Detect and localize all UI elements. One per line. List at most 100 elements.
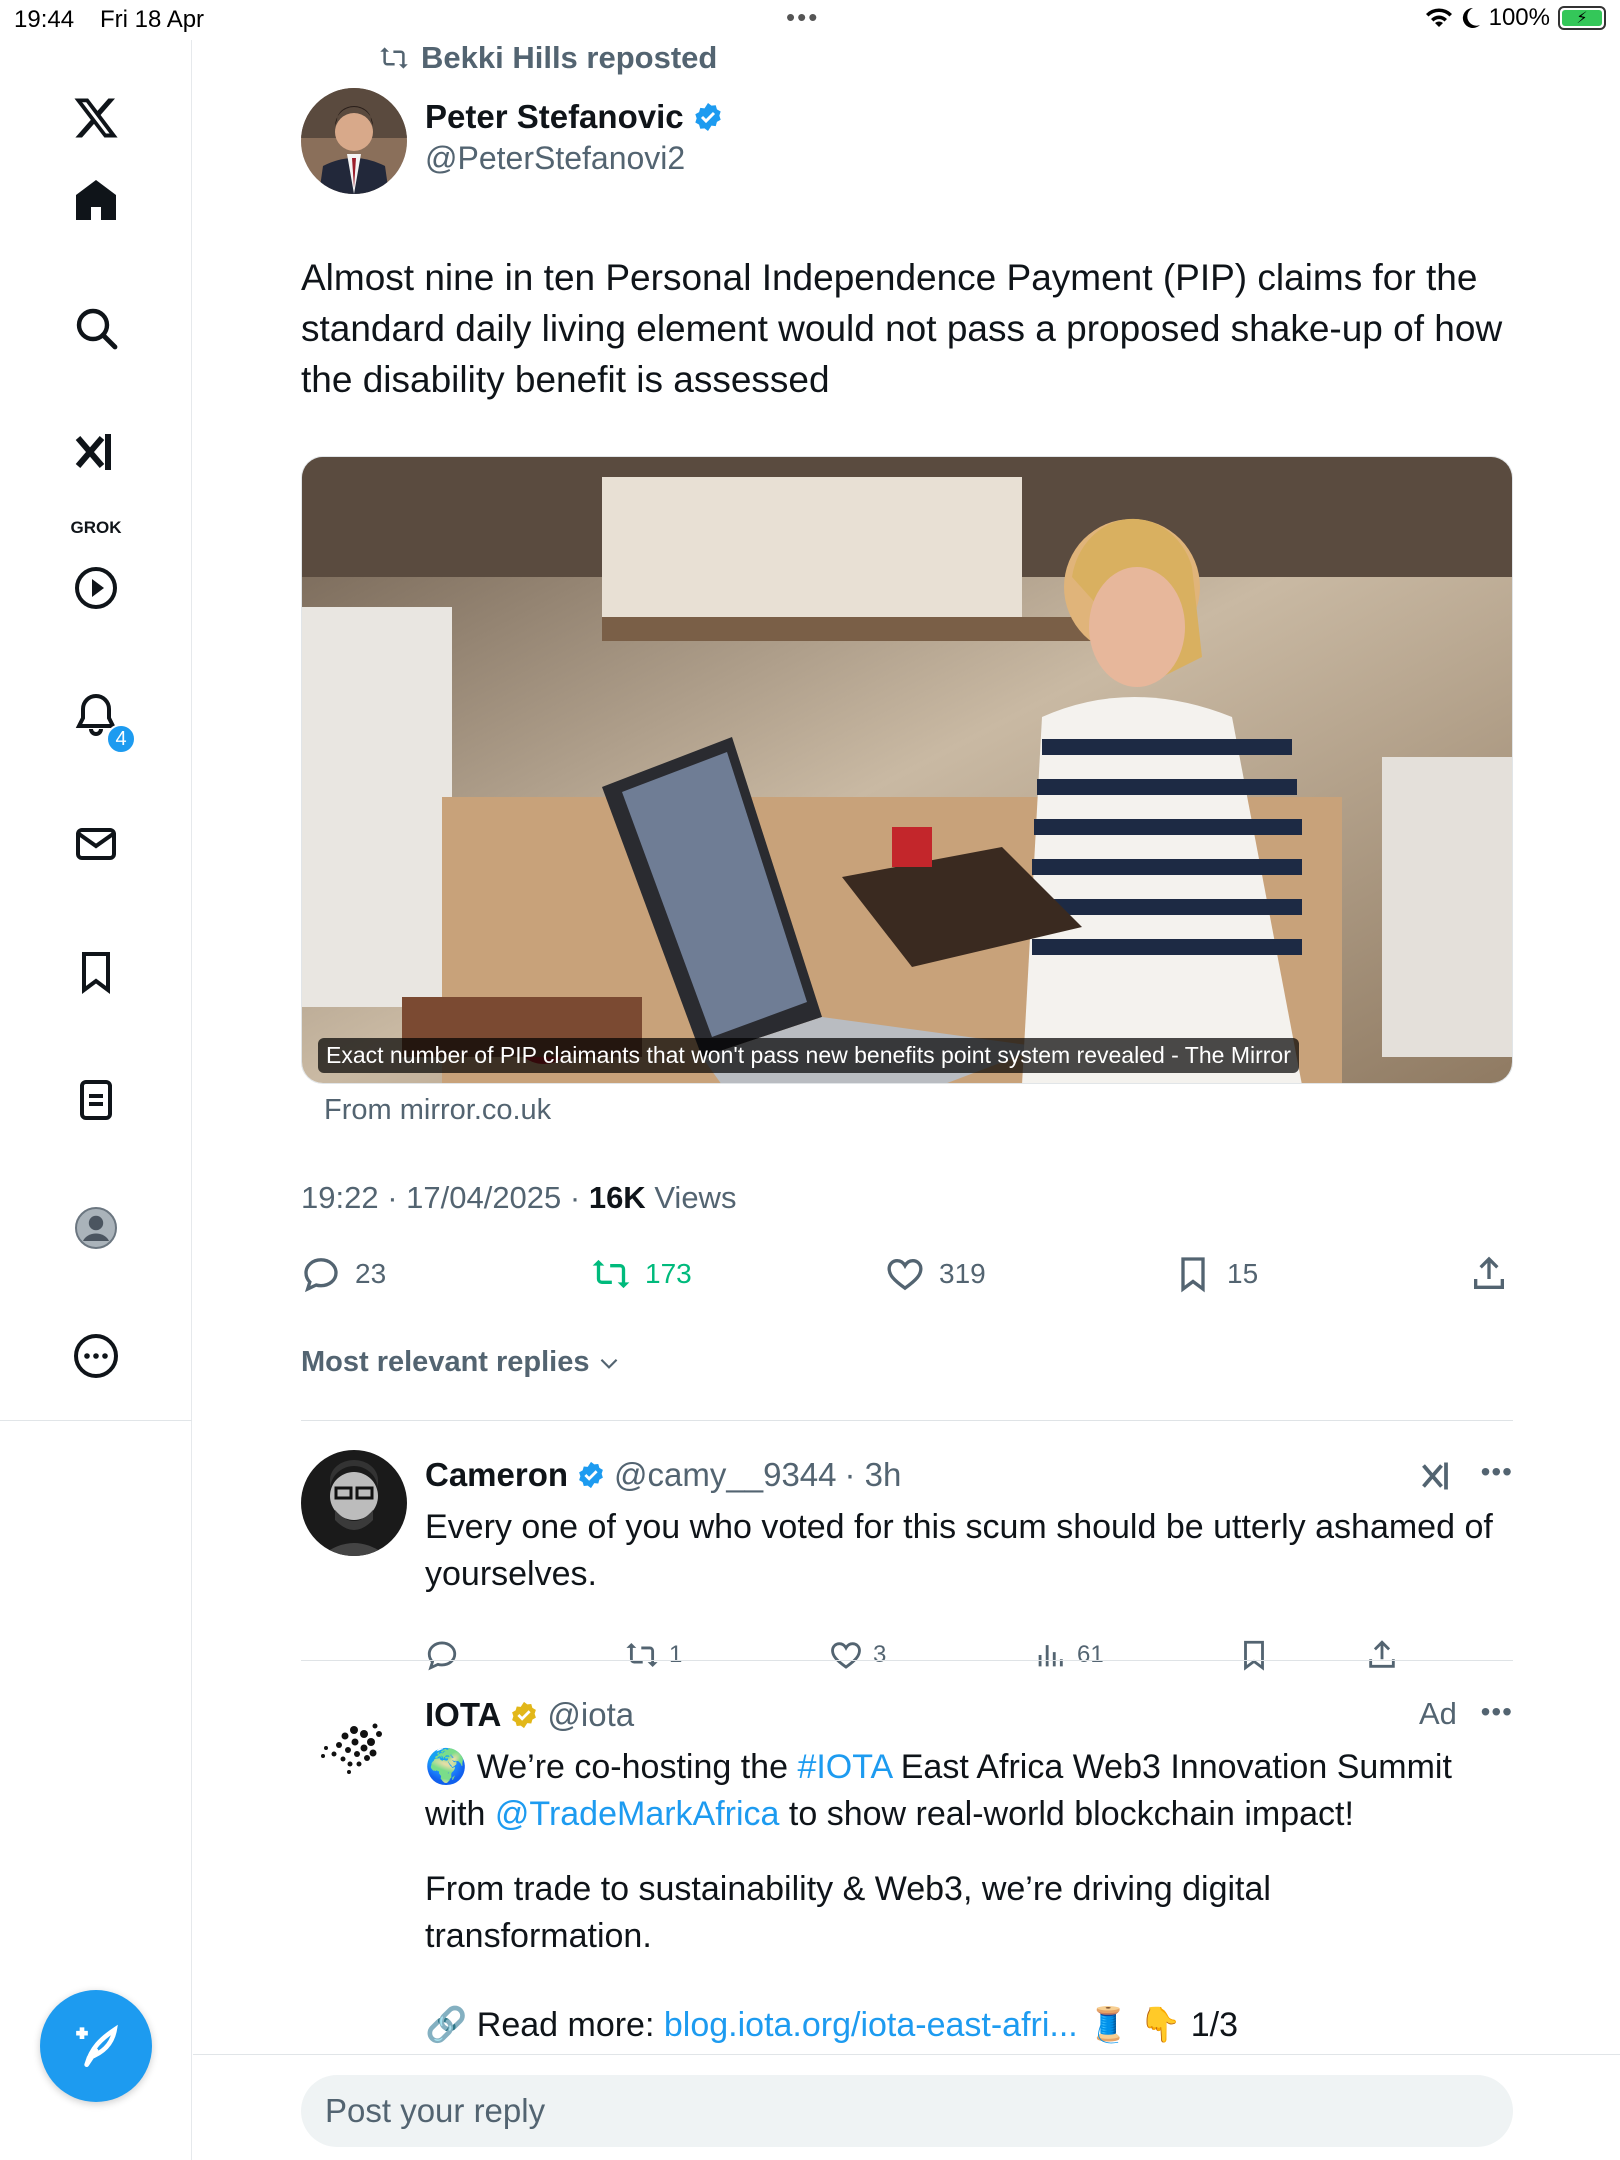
more-options-icon[interactable]: ••• <box>1481 1456 1513 1488</box>
heart-icon <box>887 1258 923 1291</box>
article-photo <box>302 457 1512 1083</box>
compose-icon <box>76 2024 118 2067</box>
views-chart-icon <box>1038 1645 1063 1667</box>
messages-icon[interactable] <box>62 810 130 878</box>
moon-icon <box>1462 7 1480 28</box>
sidebar-divider <box>0 1420 192 1421</box>
views-count: 16K <box>588 1180 646 1215</box>
author-avatar[interactable] <box>301 88 407 194</box>
bookmark-count: 15 <box>1227 1258 1259 1289</box>
card-caption: Exact number of PIP claimants that won't… <box>318 1038 1299 1073</box>
reply-author-handle[interactable]: @camy__9344 <box>614 1456 836 1494</box>
reply-reply-button[interactable] <box>425 1638 459 1672</box>
gold-verified-badge-icon <box>512 1701 537 1729</box>
video-icon[interactable] <box>62 554 130 622</box>
ad-avatar[interactable] <box>301 1690 407 1796</box>
share-button[interactable] <box>1469 1254 1509 1294</box>
reply-author-name[interactable]: Cameron <box>425 1456 568 1494</box>
status-indicators: 100% ⚡ <box>1425 4 1606 32</box>
bookmark-icon <box>1181 1257 1205 1293</box>
repost-icon <box>592 1259 630 1289</box>
repost-text: Bekki Hills reposted <box>421 40 718 75</box>
reply-header: Cameron @camy__9344 · 3h <box>425 1456 901 1494</box>
reply-avatar[interactable] <box>301 1450 407 1556</box>
author-name[interactable]: Peter Stefanovic <box>425 98 724 136</box>
bookmark-button[interactable]: 15 <box>1173 1254 1258 1294</box>
reply-input[interactable]: Post your reply <box>301 2075 1513 2147</box>
ad-line-2: with @TradeMarkAfrica to show real-world… <box>425 1791 1505 1838</box>
link-card-image[interactable]: Exact number of PIP claimants that won't… <box>301 456 1513 1084</box>
like-count: 319 <box>939 1258 986 1289</box>
views-label: Views <box>645 1180 737 1215</box>
notifications-badge: 4 <box>106 724 136 754</box>
tweet-action-bar: 23 173 319 15 <box>301 1254 1513 1304</box>
reply-item[interactable]: Cameron @camy__9344 · 3h ••• Every one o… <box>301 1450 1513 1671</box>
ad-line-1-text: 🌍 We’re co-hosting the <box>425 1748 798 1786</box>
ad-header: IOTA @iota <box>425 1696 634 1734</box>
more-icon[interactable] <box>62 1322 130 1390</box>
author-name-text: Peter Stefanovic <box>425 98 684 135</box>
grok-icon[interactable] <box>1419 1458 1455 1494</box>
share-icon <box>1474 1256 1504 1289</box>
verified-badge-icon <box>694 103 721 131</box>
divider <box>301 1660 1513 1661</box>
reply-button[interactable]: 23 <box>301 1254 386 1294</box>
ad-author-handle[interactable]: @iota <box>547 1696 634 1734</box>
reply-repost-count: 1 <box>669 1641 683 1668</box>
heart-icon <box>831 1642 861 1669</box>
sidebar: GROK 4 <box>0 40 192 2160</box>
grok-icon[interactable] <box>62 418 130 486</box>
replies-sort-dropdown[interactable]: Most relevant replies <box>301 1346 622 1379</box>
ad-label: Ad <box>1419 1696 1457 1731</box>
home-icon[interactable] <box>62 166 130 234</box>
profile-icon[interactable] <box>62 1194 130 1262</box>
repost-button[interactable]: 173 <box>591 1254 692 1294</box>
repost-indicator[interactable]: Bekki Hills reposted <box>377 40 717 76</box>
author-handle[interactable]: @PeterStefanovi2 <box>425 140 685 177</box>
reply-bookmark-button[interactable] <box>1237 1638 1271 1672</box>
ad-line-2-rest: to show real-world blockchain impact! <box>779 1795 1354 1833</box>
bookmarks-icon[interactable] <box>62 938 130 1006</box>
repost-icon <box>626 1642 658 1668</box>
tweet-detail: Bekki Hills reposted Peter Stefanovic @P… <box>193 40 1620 2044</box>
tweet-meta: 19:22 · 17/04/2025 · 16K Views <box>301 1180 736 1216</box>
ad-line-1: 🌍 We’re co-hosting the #IOTA East Africa… <box>425 1744 1505 1791</box>
like-button[interactable]: 319 <box>885 1254 986 1294</box>
lists-icon[interactable] <box>62 1066 130 1134</box>
reply-like-button[interactable]: 3 <box>829 1638 886 1672</box>
ad-paragraph-2: From trade to sustainability & Web3, we’… <box>425 1870 1271 1955</box>
chevron-down-icon <box>600 1358 617 1369</box>
ad-read-more-rest: 🧵 👇 1/3 <box>1077 2006 1239 2044</box>
replies-sort-label: Most relevant replies <box>301 1346 590 1378</box>
compose-button[interactable] <box>40 1990 152 2102</box>
verified-badge-icon <box>579 1461 603 1489</box>
ad-text: 🌍 We’re co-hosting the #IOTA East Africa… <box>425 1744 1505 2049</box>
bookmark-icon <box>1244 1640 1264 1671</box>
ad-item[interactable]: IOTA @iota Ad ••• 🌍 We’re co-hosting the… <box>301 1690 1513 2070</box>
ad-mention-link[interactable]: @TradeMarkAfrica <box>495 1795 780 1833</box>
ad-author-name[interactable]: IOTA <box>425 1696 501 1734</box>
ad-read-more-link[interactable]: blog.iota.org/iota-east-afri... <box>664 2006 1078 2044</box>
ad-line-1-rest: East Africa Web3 Innovation Summit <box>891 1748 1452 1786</box>
x-logo-icon[interactable] <box>62 84 130 152</box>
grok-label: GROK <box>70 518 122 537</box>
card-source[interactable]: From mirror.co.uk <box>324 1094 551 1127</box>
reply-views-button[interactable]: 61 <box>1033 1638 1104 1672</box>
divider <box>301 1420 1513 1421</box>
tweet-timestamp[interactable]: 19:22 · 17/04/2025 · <box>301 1180 589 1215</box>
reply-text: Every one of you who voted for this scum… <box>425 1508 1493 1593</box>
more-options-icon[interactable]: ••• <box>1481 1696 1513 1728</box>
reply-action-bar: 1 3 61 <box>425 1638 1425 1678</box>
wifi-icon <box>1425 8 1452 27</box>
multitasking-dots-icon[interactable]: ••• <box>786 2 819 33</box>
repost-icon <box>380 47 408 69</box>
ad-hashtag-link[interactable]: #IOTA <box>797 1748 891 1786</box>
reply-time: · 3h <box>844 1456 902 1493</box>
status-bar: 19:44 Fri 18 Apr ••• 100% ⚡ <box>0 0 1620 40</box>
reply-icon <box>427 1641 457 1671</box>
reply-share-button[interactable] <box>1365 1638 1399 1672</box>
reply-repost-button[interactable]: 1 <box>625 1638 682 1672</box>
search-icon[interactable] <box>62 294 130 362</box>
battery-percent: 100% <box>1488 4 1550 31</box>
reply-composer-bar: Post your reply <box>193 2054 1620 2160</box>
